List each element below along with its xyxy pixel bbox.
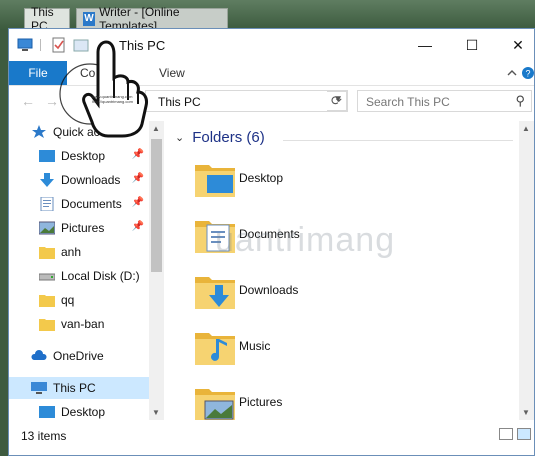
pin-icon[interactable]: 📌 [132,149,144,160]
sidebar-item-label: Pictures [61,221,105,235]
computer-icon [31,382,47,394]
svg-text:?: ? [525,69,530,79]
sidebar-item-label: van-ban [61,317,105,331]
taskbar-tab-writer[interactable]: W Writer - [Online Templates] [76,5,228,33]
folder-desktop[interactable]: Desktop [195,159,495,203]
sidebar-item-label: qq [61,293,75,307]
sidebar-item-label: anh [61,245,82,259]
pointing-hand-icon [59,40,148,138]
content-pane: ⌄ Folders (6) Desktop Documents Download… [167,121,515,420]
drive-icon [39,273,55,281]
details-view-icon[interactable] [499,428,513,440]
expand-ribbon-icon[interactable] [506,67,518,79]
folder-downloads[interactable]: Downloads [195,271,495,315]
search-placeholder: Search This PC [366,95,450,109]
scroll-down-icon[interactable]: ▼ [522,408,530,417]
sidebar-item-label: Local Disk (D:) [61,269,140,283]
close-button[interactable]: ✕ [495,29,535,61]
scroll-up-icon[interactable]: ▲ [522,124,530,133]
navigation-pane: Quick access Desktop 📌 Downloads 📌 Docum… [9,121,150,420]
sidebar-item-desktop[interactable]: Desktop 📌 [9,145,150,167]
download-icon [40,173,54,187]
sidebar-item-qq[interactable]: qq [9,289,150,311]
music-folder-icon [195,333,235,365]
sidebar-item-local-disk[interactable]: Local Disk (D:) [9,265,150,287]
refresh-icon[interactable]: ⟳ [327,91,347,111]
folder-icon [39,295,55,307]
maximize-button[interactable]: ☐ [449,29,495,61]
taskbar-tab-this-pc[interactable]: This PC [24,5,70,33]
desktop-top-strip: This PC W Writer - [Online Templates] [0,0,535,33]
sidebar-item-van-ban[interactable]: van-ban [9,313,150,335]
folders-group-header[interactable]: ⌄ Folders (6) [175,129,265,146]
folder-label: Downloads [239,283,299,297]
folder-label: Music [239,339,271,353]
desktop-icon [39,150,55,162]
sidebar-item-label: Documents [61,197,122,211]
minimize-button[interactable]: — [402,29,448,61]
sidebar-item-documents[interactable]: Documents 📌 [9,193,150,215]
search-icon[interactable]: ⚲ [515,93,525,109]
scroll-down-icon[interactable]: ▼ [152,408,160,417]
content-scrollbar[interactable]: ▲ ▼ [519,121,534,420]
pictures-folder-icon [195,389,235,420]
group-divider [283,140,513,141]
pin-icon[interactable]: 📌 [132,221,144,232]
sidebar-item-label: OneDrive [53,349,104,363]
status-bar: 13 items [9,423,534,455]
hand-watermark-caption: www.quantrimang.com http://quantrimang.c… [92,94,172,104]
back-arrow-icon[interactable]: ← [21,93,35,109]
sidebar-item-pictures[interactable]: Pictures 📌 [9,217,150,239]
writer-logo-icon: W [83,11,96,26]
folder-pictures[interactable]: Pictures [195,383,495,420]
desktop-icon [39,406,55,418]
address-bar[interactable]: This PC ▼ [145,90,348,112]
folder-label: Pictures [239,395,283,409]
star-icon [32,125,46,138]
downloads-folder-icon [195,277,235,309]
sidebar-item-onedrive[interactable]: OneDrive [9,345,150,367]
pin-icon[interactable]: 📌 [132,197,144,208]
cloud-icon [31,350,47,360]
sidebar-item-desktop-2[interactable]: Desktop [9,401,150,420]
folder-label: Desktop [239,171,284,185]
sidebar-item-this-pc[interactable]: This PC [9,377,150,399]
sidebar-item-label: Downloads [61,173,121,187]
chevron-down-icon[interactable]: ⌄ [175,131,184,144]
hand-watermark-line: http://quantrimang.com [92,99,133,104]
folder-icon [39,247,55,259]
watermark-text: uantrimang [215,221,396,259]
computer-icon [17,38,33,51]
picture-icon [39,221,55,235]
pin-icon[interactable]: 📌 [132,173,144,184]
folder-icon [39,319,55,331]
separator-icon [40,39,41,51]
search-input[interactable]: Search This PC ⚲ [357,90,532,112]
sidebar-item-label: Desktop [61,149,106,163]
desktop-folder-icon [195,165,235,197]
scrollbar-thumb[interactable] [151,139,162,272]
help-icon[interactable]: ? [521,66,535,80]
sidebar-item-downloads[interactable]: Downloads 📌 [9,169,150,191]
sidebar-item-label: Desktop [61,405,106,419]
item-count: 13 items [21,429,67,443]
large-icons-view-icon[interactable] [517,428,531,440]
folder-music[interactable]: Music [195,327,495,371]
tab-view[interactable]: View [159,66,185,80]
sidebar-item-label: This PC [53,381,96,395]
group-title: Folders (6) [192,129,265,146]
document-icon [40,197,54,211]
navigation-scrollbar[interactable]: ▲ ▼ [149,121,164,420]
sidebar-item-anh[interactable]: anh [9,241,150,263]
